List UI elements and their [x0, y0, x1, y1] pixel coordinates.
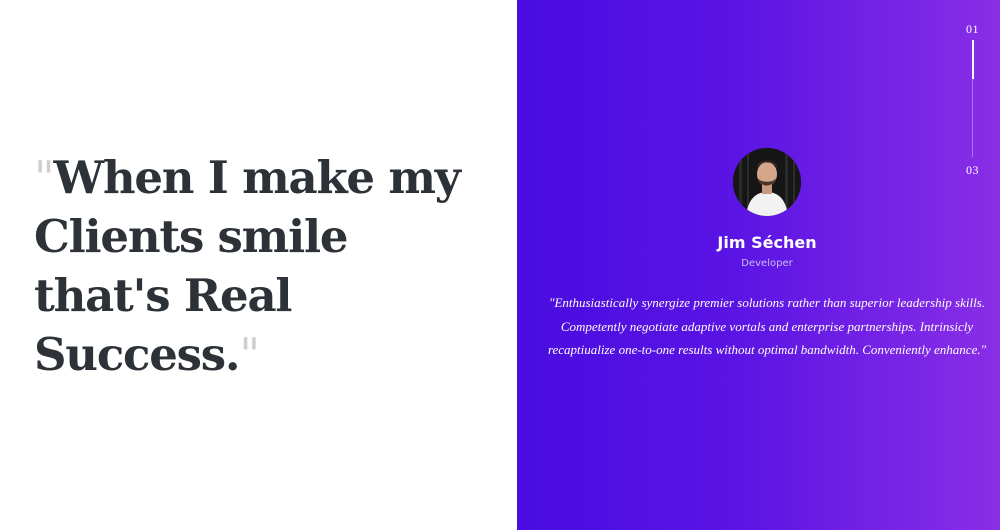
headline-line-1: When I make my [53, 151, 461, 204]
headline-panel: "When I make my Clients smile that's Real S… [0, 0, 517, 530]
avatar [733, 148, 801, 216]
person-name: Jim Séchen [717, 233, 817, 252]
slide-counter-total: 03 [966, 163, 979, 177]
headline: "When I make my Clients smile that's Real S… [34, 148, 504, 384]
slide-counter-current: 01 [966, 22, 979, 36]
avatar-photo [733, 148, 801, 216]
headline-line-2: Clients smile [34, 210, 349, 263]
headline-line-4: Success. [34, 328, 241, 381]
headline-open-quote: " [34, 151, 55, 204]
testimonial-panel: Jim Séchen Developer "Enthusiastically s… [517, 0, 1000, 530]
testimonial-quote: "Enthusiastically synergize premier solu… [547, 295, 987, 357]
headline-line-3: that's Real [34, 269, 293, 322]
headline-close-quote: " [239, 328, 260, 381]
person-role: Developer [741, 258, 793, 269]
slide-progress-indicator [972, 40, 974, 79]
